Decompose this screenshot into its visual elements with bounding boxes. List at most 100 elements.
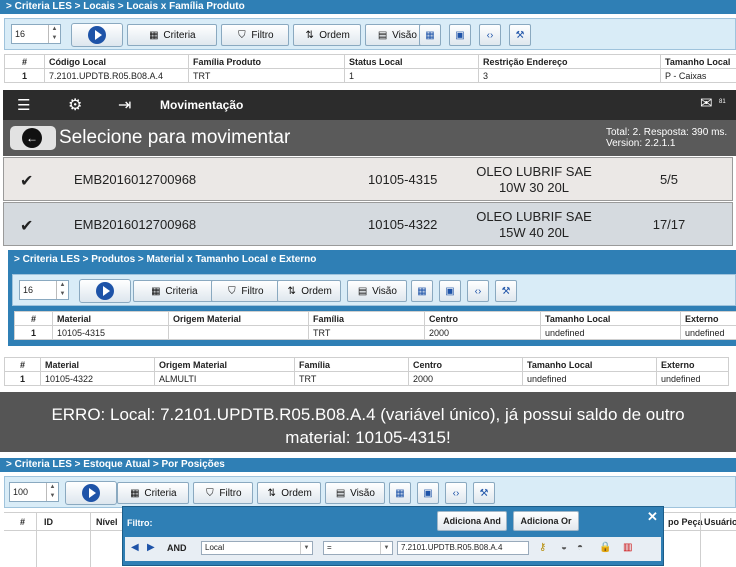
run-button[interactable] — [79, 279, 131, 303]
tools-button[interactable]: ⚒ — [509, 24, 531, 46]
column-header[interactable]: Centro — [425, 312, 541, 326]
table-cell: TRT — [309, 326, 425, 340]
tools-button[interactable]: ⚒ — [473, 482, 495, 504]
code-button[interactable]: ‹› — [445, 482, 467, 504]
column-divider — [36, 513, 37, 567]
column-header[interactable]: Tamanho Local — [661, 55, 736, 69]
column-header[interactable]: # — [5, 358, 41, 372]
add-and-button[interactable]: Adiciona And — [437, 511, 507, 531]
column-header[interactable]: po Peça — [668, 517, 703, 527]
export-excel-button[interactable]: ▦ — [419, 24, 441, 46]
table-row[interactable]: 1 10105-4315 TRT 2000 undefined undefine… — [15, 326, 736, 340]
column-header[interactable]: Código Local — [45, 55, 189, 69]
criteria-button[interactable]: ▦Criteria — [133, 280, 215, 302]
view-button[interactable]: ▤Visão — [347, 280, 407, 302]
column-header[interactable]: Usuário — [704, 517, 736, 527]
breadcrumb: > Criteria LES > Estoque Atual > Por Pos… — [0, 458, 736, 472]
excel-icon: ▦ — [417, 286, 426, 297]
item-description: 15W 40 20L — [474, 225, 594, 240]
table-row[interactable]: 1 10105-4322 ALMULTI TRT 2000 undefined … — [5, 372, 729, 386]
filter-button[interactable]: ⛉Filtro — [221, 24, 289, 46]
response-info: Total: 2. Resposta: 390 ms. — [606, 127, 727, 138]
spinner-arrows-icon[interactable]: ▲▼ — [46, 483, 58, 501]
column-header[interactable]: Família — [309, 312, 425, 326]
list-item[interactable]: ✔ EMB2016012700968 10105-4322 OLEO LUBRI… — [3, 202, 733, 246]
table-cell — [169, 326, 309, 340]
excel-icon: ▦ — [395, 488, 404, 499]
key-icon[interactable]: ⚷ — [539, 542, 546, 553]
table-cell: 1 — [345, 69, 479, 83]
view-button[interactable]: ▤Visão — [325, 482, 385, 504]
column-header[interactable]: Externo — [681, 312, 736, 326]
filter-label: Filtro — [219, 488, 241, 499]
gear-icon[interactable]: ⚙ — [68, 95, 82, 115]
column-header[interactable]: Material — [41, 358, 155, 372]
sort-down-icon[interactable]: ◓ — [577, 542, 583, 553]
column-header[interactable]: Externo — [657, 358, 729, 372]
column-header[interactable]: Material — [53, 312, 169, 326]
arrow-right-icon[interactable]: ▶ — [147, 542, 155, 553]
menu-icon[interactable]: ☰ — [17, 96, 30, 114]
filter-field-value: Local — [205, 543, 224, 552]
criteria-button[interactable]: ▦Criteria — [117, 482, 189, 504]
table-row[interactable]: 1 7.2101.UPDTB.R05.B08.A.4 TRT 1 3 P - C… — [5, 69, 736, 83]
filter-button[interactable]: ⛉Filtro — [193, 482, 253, 504]
criteria-icon: ▦ — [150, 286, 161, 297]
inbox-icon[interactable]: ✉ — [700, 94, 713, 112]
page-size-spinner[interactable]: 16▲▼ — [19, 280, 69, 300]
column-header[interactable]: Família Produto — [189, 55, 345, 69]
filter-value-text: 7.2101.UPDTB.R05.B08.A.4 — [401, 543, 502, 552]
tools-icon: ⚒ — [502, 286, 511, 297]
column-header[interactable]: Tamanho Local — [541, 312, 681, 326]
column-header[interactable]: Família — [295, 358, 409, 372]
save-button[interactable]: ▣ — [449, 24, 471, 46]
run-button[interactable] — [71, 23, 123, 47]
column-header[interactable]: Restrição Endereço — [479, 55, 661, 69]
filter-button[interactable]: ⛉Filtro — [211, 280, 279, 302]
save-button[interactable]: ▣ — [417, 482, 439, 504]
column-header[interactable]: Nível — [96, 517, 118, 527]
order-button[interactable]: ⇅Ordem — [257, 482, 321, 504]
column-header[interactable]: Origem Material — [155, 358, 295, 372]
spinner-arrows-icon[interactable]: ▲▼ — [48, 25, 60, 43]
run-button[interactable] — [65, 481, 117, 505]
column-header[interactable]: ID — [44, 517, 53, 527]
column-header[interactable]: # — [15, 312, 53, 326]
code-button[interactable]: ‹› — [479, 24, 501, 46]
page-size-spinner[interactable]: 100▲▼ — [9, 482, 59, 502]
tools-button[interactable]: ⚒ — [495, 280, 517, 302]
delete-icon[interactable]: ▥ — [623, 542, 632, 553]
sort-up-icon[interactable]: ◒ — [561, 542, 567, 553]
breadcrumb-text: > Criteria LES > Estoque Atual > Por Pos… — [6, 459, 225, 470]
column-header[interactable]: Centro — [409, 358, 523, 372]
column-header[interactable]: Origem Material — [169, 312, 309, 326]
error-banner: ERRO: Local: 7.2101.UPDTB.R05.B08.A.4 (v… — [0, 392, 736, 452]
filter-comparator-select[interactable]: =▼ — [323, 541, 393, 555]
lock-icon[interactable]: 🔒 — [599, 542, 611, 553]
back-button[interactable]: ← — [10, 126, 56, 150]
arrow-left-icon[interactable]: ◀ — [131, 542, 139, 553]
close-icon[interactable]: ✕ — [647, 509, 658, 525]
criteria-button[interactable]: ▦Criteria — [127, 24, 217, 46]
item-description: 10W 30 20L — [474, 180, 594, 195]
export-excel-button[interactable]: ▦ — [389, 482, 411, 504]
code-button[interactable]: ‹› — [467, 280, 489, 302]
page-size-spinner[interactable]: 16▲▼ — [11, 24, 61, 44]
login-icon[interactable]: ⇥ — [118, 95, 131, 115]
column-header[interactable]: Tamanho Local — [523, 358, 657, 372]
add-or-button[interactable]: Adiciona Or — [513, 511, 579, 531]
list-item[interactable]: ✔ EMB2016012700968 10105-4315 OLEO LUBRI… — [3, 157, 733, 201]
filter-comparator-value: = — [327, 543, 332, 552]
order-button[interactable]: ⇅Ordem — [293, 24, 361, 46]
spinner-arrows-icon[interactable]: ▲▼ — [56, 281, 68, 299]
filter-field-select[interactable]: Local▼ — [201, 541, 313, 555]
order-button[interactable]: ⇅Ordem — [277, 280, 341, 302]
column-header[interactable]: # — [5, 55, 45, 69]
column-header[interactable]: # — [20, 517, 25, 527]
save-button[interactable]: ▣ — [439, 280, 461, 302]
tools-icon: ⚒ — [516, 30, 525, 41]
filter-value-input[interactable]: 7.2101.UPDTB.R05.B08.A.4 — [397, 541, 529, 555]
export-excel-button[interactable]: ▦ — [411, 280, 433, 302]
item-material: 10105-4315 — [368, 172, 437, 187]
column-header[interactable]: Status Local — [345, 55, 479, 69]
